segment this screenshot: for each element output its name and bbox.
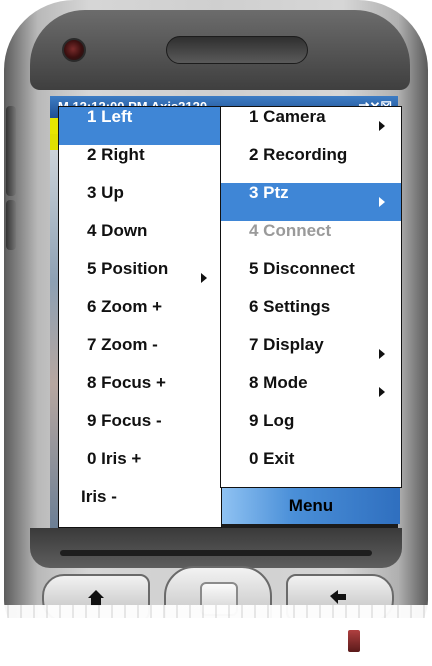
submenu-arrow-icon — [379, 121, 385, 131]
menu-item-ptz[interactable]: 3 Ptz — [221, 183, 401, 221]
side-volume-button[interactable] — [6, 106, 16, 196]
menu-item-display[interactable]: 7 Display — [221, 335, 401, 373]
submenu-item-focus-in[interactable]: 8 Focus + — [59, 373, 221, 411]
main-menu: 1 Camera 2 Recording 3 Ptz 4 Connect 5 D… — [220, 106, 402, 488]
camera-lens-icon — [62, 38, 86, 62]
submenu-item-down[interactable]: 4 Down — [59, 221, 221, 259]
submenu-arrow-icon — [379, 197, 385, 207]
menu-item-log[interactable]: 9 Log — [221, 411, 401, 449]
submenu-item-left[interactable]: 1 Left — [59, 107, 221, 145]
ptz-submenu: 1 Left 2 Right 3 Up 4 Down 5 Position 6 … — [58, 106, 222, 528]
chin-groove — [60, 550, 372, 556]
menu-item-recording[interactable]: 2 Recording — [221, 145, 401, 183]
submenu-item-iris-open[interactable]: 0 Iris + — [59, 449, 221, 487]
submenu-arrow-icon — [379, 349, 385, 359]
stylus-tip — [348, 630, 360, 652]
menu-item-disconnect[interactable]: 5 Disconnect — [221, 259, 401, 297]
menu-item-camera[interactable]: 1 Camera — [221, 107, 401, 145]
submenu-item-up[interactable]: 3 Up — [59, 183, 221, 221]
menu-item-settings[interactable]: 6 Settings — [221, 297, 401, 335]
submenu-arrow-icon — [201, 273, 207, 283]
menu-item-mode[interactable]: 8 Mode — [221, 373, 401, 411]
side-action-button[interactable] — [6, 200, 16, 250]
submenu-item-right[interactable]: 2 Right — [59, 145, 221, 183]
submenu-item-focus-out[interactable]: 9 Focus - — [59, 411, 221, 449]
menu-item-connect: 4 Connect — [249, 221, 332, 240]
earpiece-speaker — [166, 36, 308, 64]
submenu-arrow-icon — [379, 387, 385, 397]
menu-softkey[interactable]: Menu — [222, 488, 400, 524]
submenu-item-position[interactable]: 5 Position — [59, 259, 221, 297]
submenu-item-zoom-out[interactable]: 7 Zoom - — [59, 335, 221, 373]
torn-paper-bottom — [0, 618, 432, 666]
submenu-item-iris-close[interactable]: Iris - — [59, 487, 221, 525]
menu-item-exit[interactable]: 0 Exit — [221, 449, 401, 487]
phone-chin — [30, 528, 402, 568]
submenu-item-zoom-in[interactable]: 6 Zoom + — [59, 297, 221, 335]
